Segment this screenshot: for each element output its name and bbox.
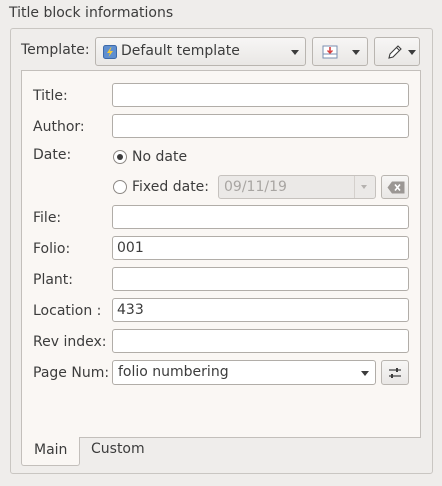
- page-num-select[interactable]: folio numbering: [112, 360, 376, 385]
- fixed-date-value: 09/11/19: [224, 179, 287, 195]
- folio-field[interactable]: 001: [112, 236, 409, 260]
- chevron-down-icon: [291, 50, 299, 55]
- clear-date-button[interactable]: [381, 175, 409, 199]
- template-label: Template:: [21, 42, 90, 58]
- date-field-separator: [354, 176, 355, 198]
- chevron-down-icon: [361, 371, 369, 376]
- tab-main-label: Main: [34, 442, 68, 458]
- group-title: Title block informations: [9, 5, 174, 21]
- insert-block-button[interactable]: [312, 37, 368, 66]
- chevron-down-icon: [352, 50, 360, 55]
- no-date-label: No date: [132, 149, 188, 165]
- pencil-icon: [388, 45, 402, 59]
- chevron-down-icon: [361, 185, 367, 189]
- plant-field[interactable]: [112, 267, 409, 291]
- no-date-radio[interactable]: [113, 150, 127, 164]
- chevron-down-icon: [408, 50, 416, 55]
- table-insert-icon: [322, 45, 338, 59]
- author-field[interactable]: [112, 114, 409, 138]
- lightning-template-icon: [103, 45, 117, 59]
- page-num-value: folio numbering: [118, 364, 229, 380]
- tab-main[interactable]: Main: [21, 437, 80, 466]
- page-num-settings-button[interactable]: [381, 360, 409, 385]
- fixed-date-field[interactable]: 09/11/19: [218, 175, 376, 199]
- date-label: Date:: [33, 147, 72, 163]
- sliders-icon: [389, 368, 401, 378]
- rev-index-field[interactable]: [112, 329, 409, 353]
- plant-label: Plant:: [33, 272, 73, 288]
- template-select-value: Default template: [121, 43, 240, 59]
- author-label: Author:: [33, 119, 85, 135]
- fixed-date-radio[interactable]: [113, 180, 127, 194]
- title-label: Title:: [33, 88, 68, 104]
- location-field[interactable]: 433: [112, 298, 409, 322]
- edit-template-button[interactable]: [374, 37, 420, 66]
- tab-custom[interactable]: Custom: [91, 441, 145, 467]
- rev-index-label: Rev index:: [33, 334, 107, 350]
- backspace-icon: [387, 181, 405, 194]
- file-field[interactable]: [112, 205, 409, 229]
- file-label: File:: [33, 210, 62, 226]
- template-select[interactable]: Default template: [95, 37, 306, 66]
- folio-label: Folio:: [33, 241, 71, 257]
- title-field[interactable]: [112, 83, 409, 107]
- tab-custom-label: Custom: [91, 441, 145, 457]
- fixed-date-label: Fixed date:: [132, 179, 210, 195]
- location-label: Location :: [33, 303, 102, 319]
- page-num-label: Page Num:: [33, 365, 110, 381]
